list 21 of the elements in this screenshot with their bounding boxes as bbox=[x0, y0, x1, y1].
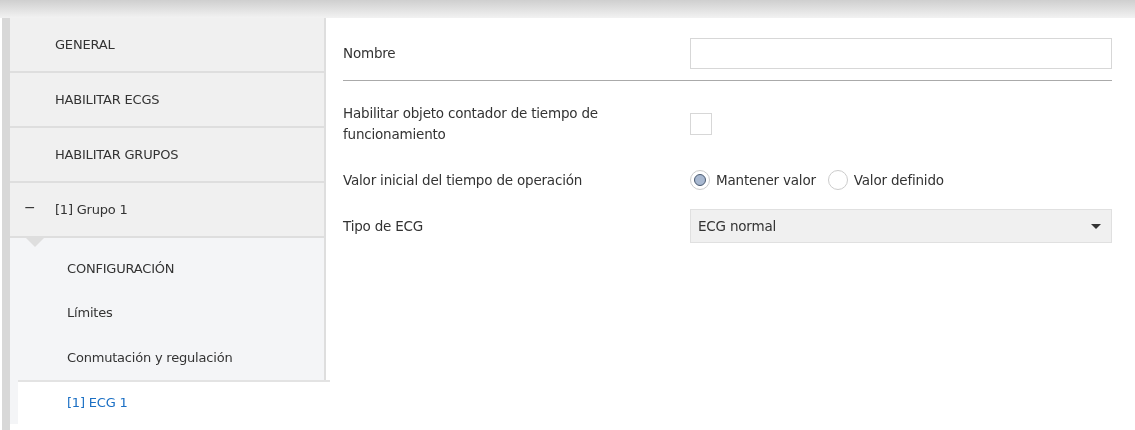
dropdown[interactable]: ECG normal bbox=[690, 209, 1112, 243]
dropdown-arrow-icon bbox=[1091, 223, 1101, 229]
radio-label: Valor definido bbox=[853, 172, 944, 188]
sidebar-subitem[interactable]: CONFIGURACIÓN bbox=[10, 246, 324, 291]
sidebar-subitem[interactable]: Conmutación y regulación bbox=[10, 335, 324, 380]
radio-label: Mantener valor bbox=[716, 172, 816, 188]
field-label: Nombre bbox=[343, 43, 397, 63]
field-label: Valor inicial del tiempo de operación bbox=[343, 170, 584, 190]
radio-button[interactable] bbox=[690, 170, 710, 190]
sidebar-subitem[interactable]: Límites bbox=[10, 290, 324, 335]
radio-button[interactable] bbox=[827, 170, 848, 190]
collapse-toggle[interactable]: − bbox=[24, 199, 36, 215]
checkbox[interactable] bbox=[690, 113, 712, 135]
sidebar-subitem[interactable]: [1] ECG 1 bbox=[18, 379, 330, 424]
sidebar-item[interactable]: HABILITAR GRUPOS bbox=[10, 128, 326, 183]
sidebar-item[interactable]: − [1] Grupo 1 bbox=[10, 183, 326, 238]
sidebar-item[interactable]: HABILITAR ECGS bbox=[10, 73, 326, 128]
sidebar-item[interactable]: GENERAL bbox=[10, 18, 326, 73]
field-label: Tipo de ECG bbox=[343, 216, 425, 236]
name-field[interactable] bbox=[690, 37, 1112, 69]
field-label: Habilitar objeto contador de tiempo de funcionamiento bbox=[343, 104, 599, 144]
